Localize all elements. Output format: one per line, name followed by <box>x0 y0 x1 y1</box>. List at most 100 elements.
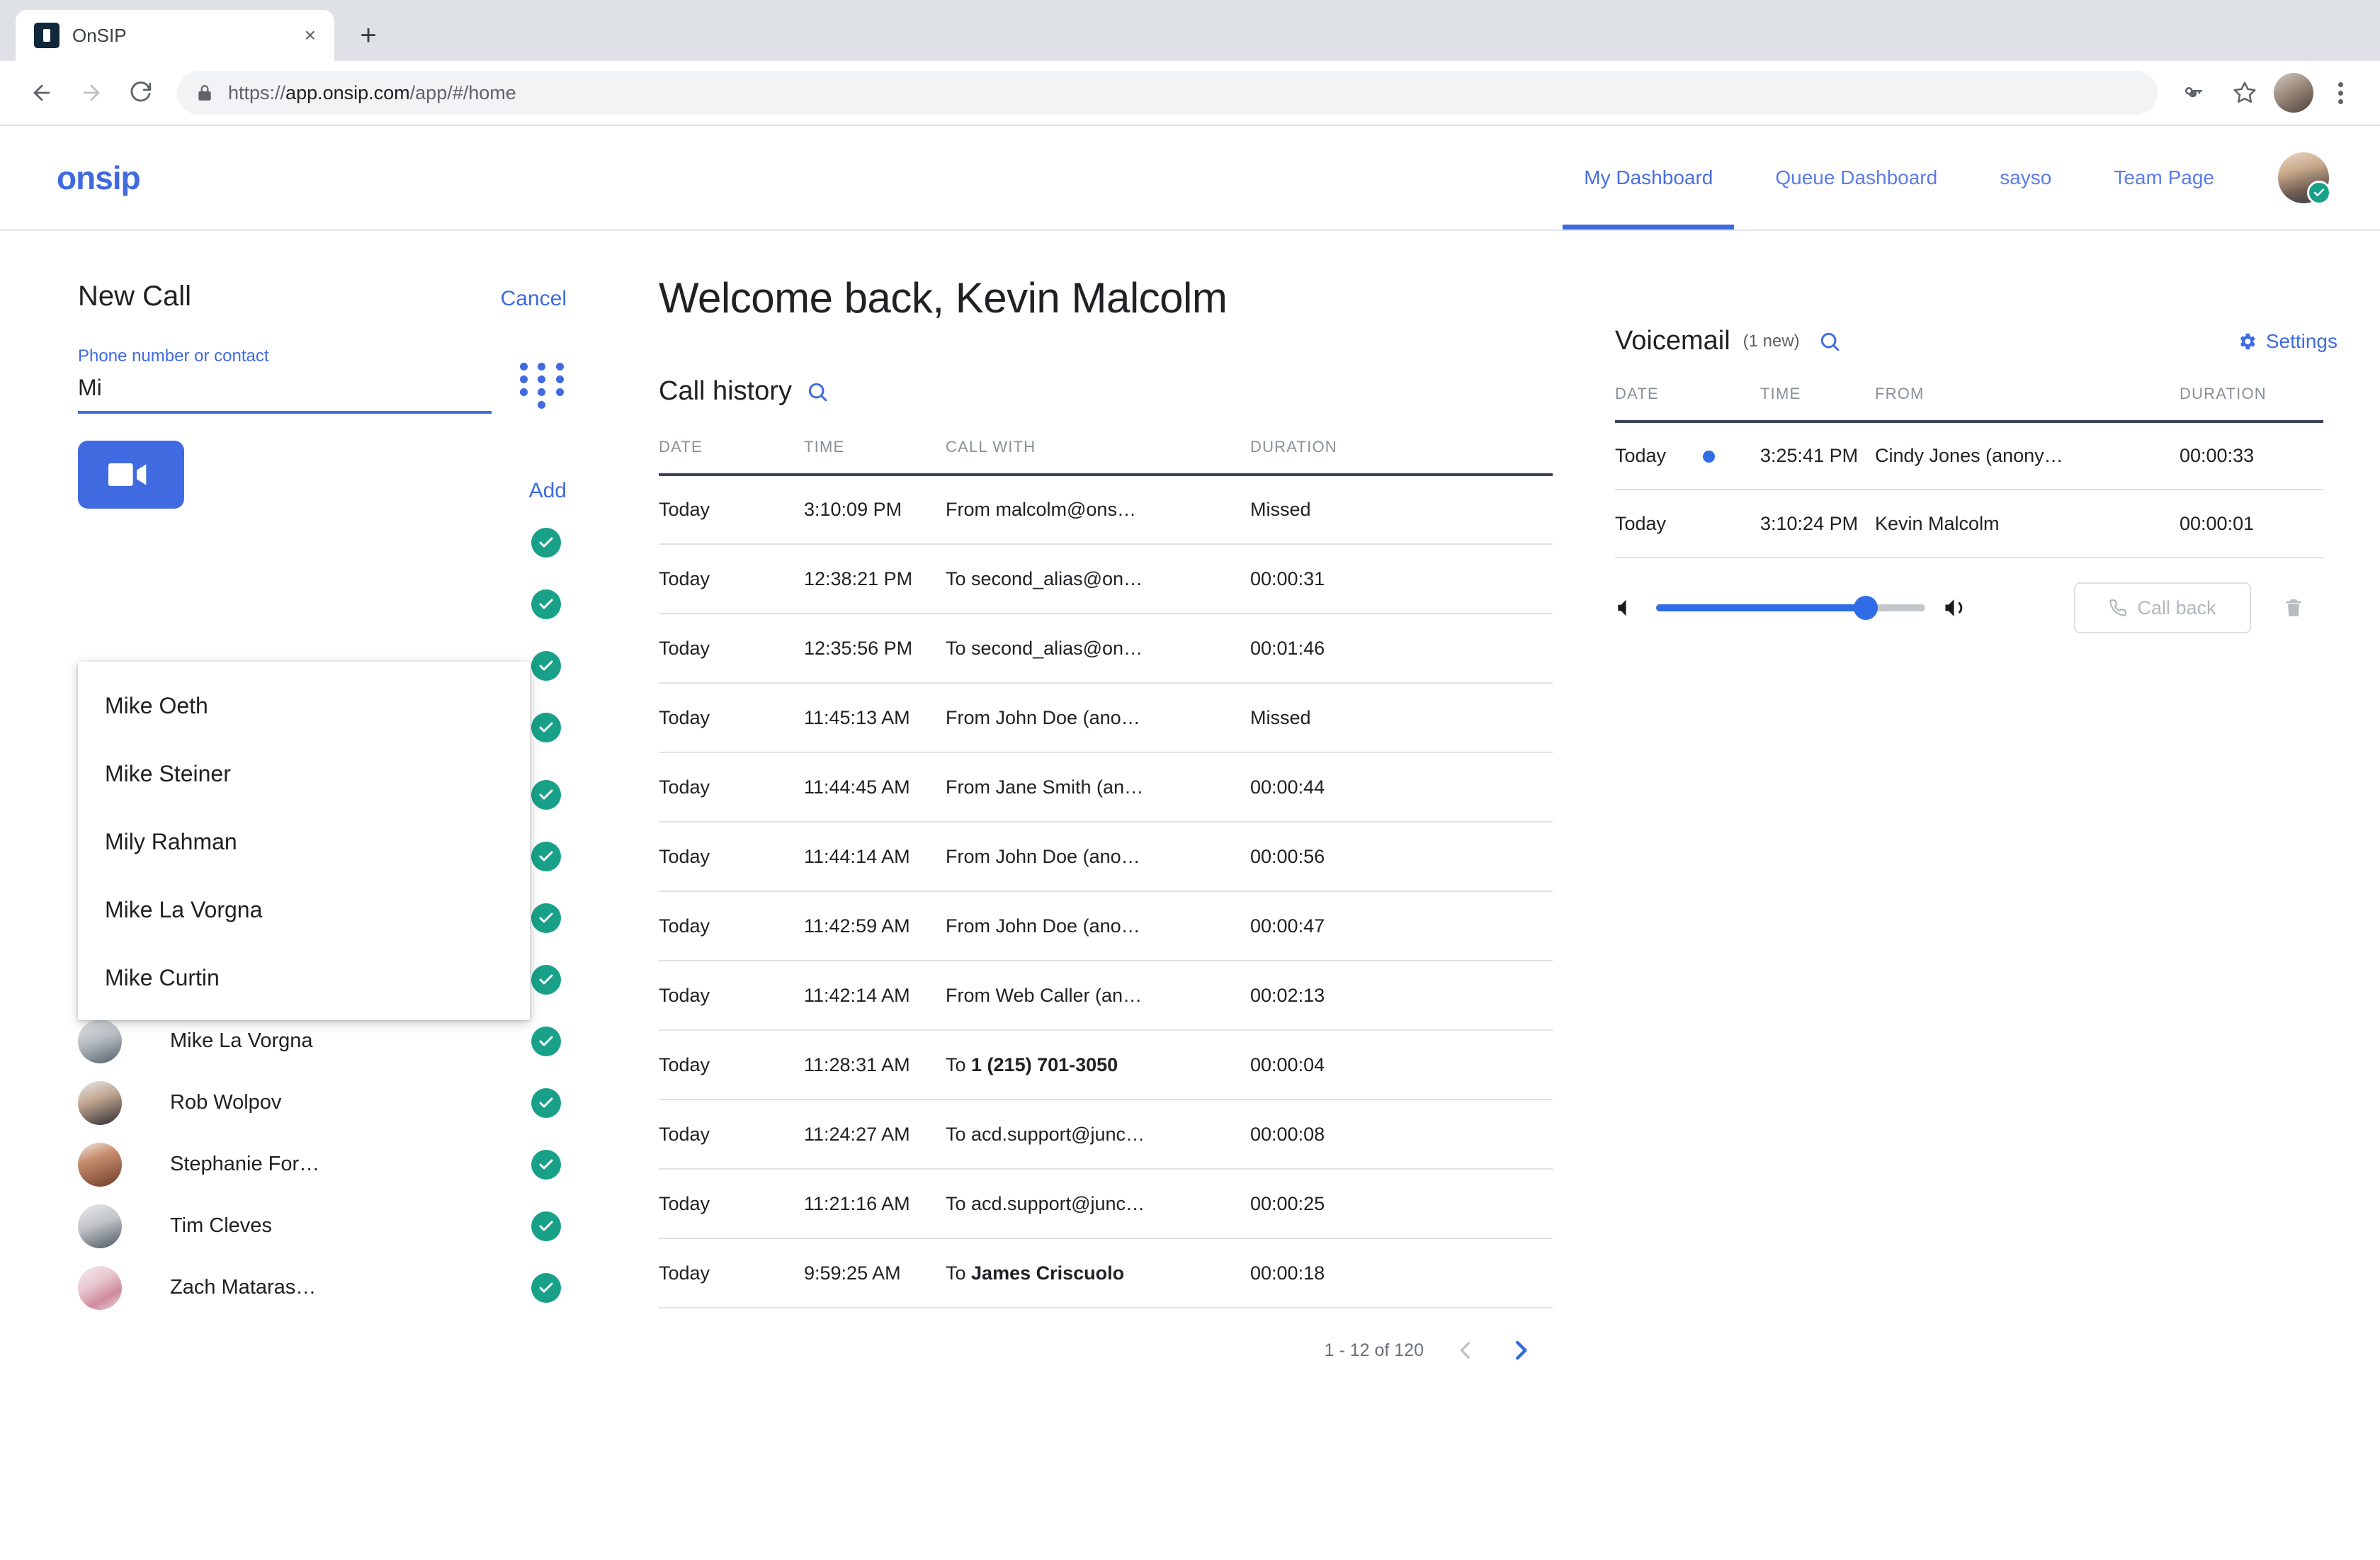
column-header-duration: DURATION <box>1250 438 1337 456</box>
cancel-button[interactable]: Cancel <box>501 287 567 311</box>
call-date: Today <box>659 1123 710 1145</box>
call-date: Today <box>659 1053 710 1075</box>
contact-suggestion-item[interactable]: Mike Oeth <box>78 672 530 740</box>
nav-tab-my-dashboard[interactable]: My Dashboard <box>1553 126 1744 230</box>
contact-name: Stephanie For… <box>170 1153 320 1175</box>
call-history-row[interactable]: Today 11:42:59 AM From John Doe (ano… 00:00… <box>659 891 1553 961</box>
volume-slider[interactable] <box>1656 596 1925 620</box>
call-duration: 00:00:56 <box>1250 845 1325 867</box>
call-history-row[interactable]: Today 11:45:13 AM From John Doe (ano… Misse… <box>659 683 1553 752</box>
user-avatar[interactable] <box>2278 152 2331 205</box>
call-time: 9:59:25 AM <box>804 1262 901 1284</box>
call-history-row[interactable]: Today 11:42:14 AM From Web Caller (an… 00:0… <box>659 961 1553 1030</box>
onsip-logo[interactable]: onsip <box>57 159 141 197</box>
close-icon[interactable]: × <box>305 26 316 45</box>
forward-arrow-icon[interactable] <box>69 71 113 115</box>
phone-number-input[interactable] <box>78 366 492 414</box>
star-icon[interactable] <box>2223 71 2267 115</box>
kebab-menu-icon[interactable] <box>2320 73 2360 113</box>
voicemail-row[interactable]: Today 3:25:41 PM Cindy Jones (anony… 00:00:… <box>1615 422 2323 490</box>
call-time: 11:42:59 AM <box>804 915 910 937</box>
add-contact-button[interactable]: Add <box>529 446 567 503</box>
contact-row[interactable]: Tim Cleves <box>78 1195 567 1257</box>
volume-slider-handle[interactable] <box>1854 596 1878 620</box>
call-history-row[interactable]: Today 3:10:09 PM From malcolm@ons… Missed <box>659 475 1553 544</box>
presence-available-icon <box>531 1211 561 1241</box>
contact-suggestion-item[interactable]: Mike Curtin <box>78 944 530 1012</box>
voicemail-table: DATE TIME FROM DURATION Today 3:25:41 PM C… <box>1615 385 2323 558</box>
call-history-row[interactable]: Today 11:44:45 AM From Jane Smith (an… 00:0… <box>659 752 1553 822</box>
chevron-left-icon[interactable] <box>1454 1338 1478 1362</box>
call-back-button[interactable]: Call back <box>2074 582 2251 633</box>
call-history-column: Welcome back, Kevin Malcolm Call history… <box>623 231 1572 1560</box>
call-date: Today <box>659 915 710 937</box>
contact-row-hidden[interactable] <box>78 511 567 573</box>
contact-suggestion-item[interactable]: Mily Rahman <box>78 808 530 876</box>
video-call-button[interactable] <box>78 441 184 509</box>
page-title: Welcome back, Kevin Malcolm <box>659 274 1228 322</box>
voicemail-row[interactable]: Today 3:10:24 PM Kevin Malcolm 00:00:01 <box>1615 490 2323 558</box>
presence-available-icon <box>531 1149 561 1180</box>
reload-icon[interactable] <box>119 71 163 115</box>
call-with: From John Doe (ano… <box>946 915 1140 937</box>
contact-row[interactable]: Rob Wolpov <box>78 1072 567 1134</box>
back-arrow-icon[interactable] <box>20 71 64 115</box>
new-call-header: New Call Cancel <box>78 281 567 312</box>
phone-icon <box>2109 599 2127 617</box>
call-history-row[interactable]: Today 11:21:16 AM To acd.support@junc… 00:0… <box>659 1169 1553 1238</box>
voicemail-settings-button[interactable]: Settings <box>2236 330 2338 353</box>
pagination-range-label: 1 - 12 of 120 <box>1324 1340 1424 1360</box>
unread-indicator-icon <box>1703 451 1716 463</box>
volume-high-icon[interactable] <box>1942 595 1968 621</box>
call-history-row[interactable]: Today 11:44:14 AM From John Doe (ano… 00:00… <box>659 822 1553 891</box>
voicemail-date: Today <box>1615 445 1667 466</box>
nav-tab-team-page[interactable]: Team Page <box>2082 126 2245 230</box>
call-with: From Web Caller (an… <box>946 984 1143 1006</box>
nav-tab-queue-dashboard[interactable]: Queue Dashboard <box>1744 126 1968 230</box>
dialpad-icon[interactable] <box>517 360 567 411</box>
contact-row[interactable]: Stephanie For… <box>78 1134 567 1195</box>
call-history-row[interactable]: Today 11:24:27 AM To acd.support@junc… 00:0… <box>659 1100 1553 1169</box>
presence-available-icon <box>531 1026 561 1056</box>
search-icon[interactable] <box>806 380 829 403</box>
call-with: To acd.support@junc… <box>946 1192 1145 1214</box>
voicemail-player-controls: Call back <box>1615 582 2323 633</box>
voicemail-from: Kevin Malcolm <box>1875 512 2000 534</box>
voicemail-new-count: (1 new) <box>1742 331 1800 351</box>
call-history-row[interactable]: Today 12:38:21 PM To second_alias@on… 00:00… <box>659 544 1553 614</box>
search-icon[interactable] <box>1818 330 1841 353</box>
call-time: 3:10:09 PM <box>804 499 902 520</box>
call-time: 12:35:56 PM <box>804 637 913 659</box>
contact-suggestion-item[interactable]: Mike La Vorgna <box>78 876 530 944</box>
call-with: To James Criscuolo <box>946 1262 1125 1284</box>
contact-avatar <box>78 1204 122 1248</box>
call-history-row[interactable]: Today 12:35:56 PM To second_alias@on… 00:01… <box>659 614 1553 683</box>
volume-low-icon[interactable] <box>1615 596 1639 620</box>
call-duration: 00:00:18 <box>1250 1262 1325 1284</box>
browser-tab[interactable]: OnSIP × <box>16 10 334 61</box>
call-duration: 00:00:44 <box>1250 776 1325 798</box>
contact-suggestion-label: Mike La Vorgna <box>105 896 263 922</box>
call-time: 11:24:27 AM <box>804 1123 910 1145</box>
key-icon[interactable] <box>2172 71 2216 115</box>
chrome-profile-avatar[interactable] <box>2274 73 2313 113</box>
call-with: To 1 (215) 701-3050 <box>946 1053 1118 1075</box>
address-bar[interactable]: https://app.onsip.com/app/#/home <box>177 71 2158 115</box>
contact-suggestion-item[interactable]: Mike Steiner <box>78 740 530 808</box>
new-tab-button[interactable]: + <box>347 14 390 57</box>
chevron-right-icon[interactable] <box>1507 1337 1534 1364</box>
call-time: 12:38:21 PM <box>804 567 913 589</box>
contact-name: Tim Cleves <box>170 1214 272 1237</box>
call-date: Today <box>659 567 710 589</box>
call-history-row[interactable]: Today 11:28:31 AM To 1 (215) 701-3050 00:00… <box>659 1030 1553 1100</box>
nav-tab-sayso[interactable]: sayso <box>1968 126 2082 230</box>
voicemail-from: Cindy Jones (anony… <box>1875 445 2063 466</box>
contact-row-hidden[interactable] <box>78 573 567 635</box>
call-duration: 00:00:25 <box>1250 1192 1325 1214</box>
trash-icon[interactable] <box>2282 597 2305 619</box>
call-history-row[interactable]: Today 9:59:25 AM To James Criscuolo 00:00:1… <box>659 1238 1553 1308</box>
contact-row[interactable]: Zach Mataras… <box>78 1257 567 1318</box>
voicemail-date: Today <box>1615 512 1667 534</box>
call-date: Today <box>659 637 710 659</box>
table-header-row: DATE TIME FROM DURATION <box>1615 385 2323 422</box>
